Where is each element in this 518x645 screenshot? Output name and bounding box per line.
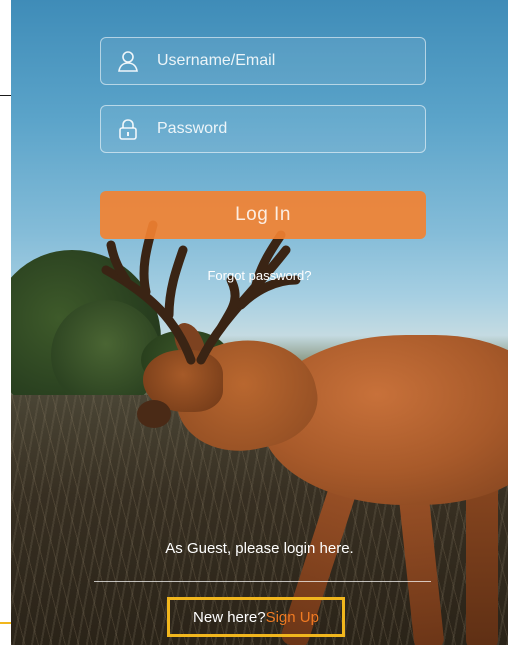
username-input[interactable] xyxy=(157,52,397,70)
forgot-password-link[interactable]: Forgot password? xyxy=(11,268,508,283)
page: Log In Forgot password? As Guest, please… xyxy=(0,0,518,645)
login-screen: Log In Forgot password? As Guest, please… xyxy=(11,0,508,645)
password-field[interactable] xyxy=(100,105,426,153)
signup-highlight-box: New here? Sign Up xyxy=(167,597,345,637)
password-input[interactable] xyxy=(157,120,397,138)
signup-link[interactable]: Sign Up xyxy=(266,609,319,626)
deer-snout xyxy=(137,400,171,428)
login-button[interactable]: Log In xyxy=(100,191,426,239)
username-field[interactable] xyxy=(100,37,426,85)
lock-icon xyxy=(119,119,137,140)
new-here-label: New here? xyxy=(193,608,266,626)
guest-login-link[interactable]: As Guest, please login here. xyxy=(11,540,508,557)
user-icon xyxy=(118,51,138,72)
divider xyxy=(94,581,431,582)
